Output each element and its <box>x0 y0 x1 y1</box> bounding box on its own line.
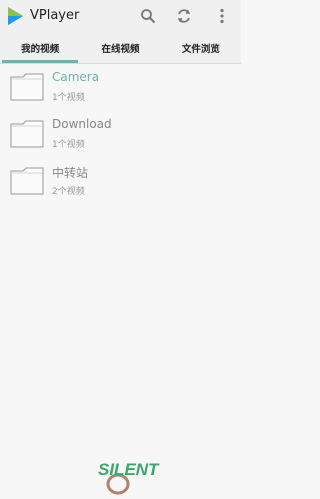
search-icon <box>141 9 156 24</box>
tab-file-browser[interactable]: 文件浏览 <box>161 33 241 63</box>
search-button[interactable] <box>138 6 158 26</box>
vplayer-logo-icon <box>8 7 23 25</box>
folder-item-camera[interactable]: Camera 1个视频 <box>0 64 241 111</box>
more-vert-icon <box>220 8 224 24</box>
refresh-button[interactable] <box>174 6 194 26</box>
folder-video-count: 1个视频 <box>52 93 85 103</box>
folder-video-count: 2个视频 <box>52 187 85 197</box>
watermark-logo: SILENT <box>98 460 160 495</box>
refresh-icon <box>178 9 190 23</box>
tab-bar: 我的视频 在线视频 文件浏览 <box>0 33 241 64</box>
folder-icon <box>10 73 44 101</box>
folder-name: Camera <box>52 70 100 84</box>
folder-item-download[interactable]: Download 1个视频 <box>0 111 241 158</box>
more-options-button[interactable] <box>212 6 232 26</box>
tab-my-videos[interactable]: 我的视频 <box>0 33 80 63</box>
tab-online-videos[interactable]: 在线视频 <box>80 33 160 63</box>
app-title: VPlayer <box>30 8 80 23</box>
folder-item-transfer[interactable]: 中转站 2个视频 <box>0 158 241 205</box>
folder-name: Download <box>52 117 112 131</box>
app-bar: VPlayer <box>0 0 241 33</box>
folder-name: 中转站 <box>52 166 89 180</box>
folder-icon <box>10 167 44 195</box>
svg-text:SILENT: SILENT <box>98 460 160 479</box>
folder-icon <box>10 120 44 148</box>
folder-list: Camera 1个视频 Download 1个视频 中转站 2个视频 <box>0 64 241 205</box>
folder-video-count: 1个视频 <box>52 140 85 150</box>
